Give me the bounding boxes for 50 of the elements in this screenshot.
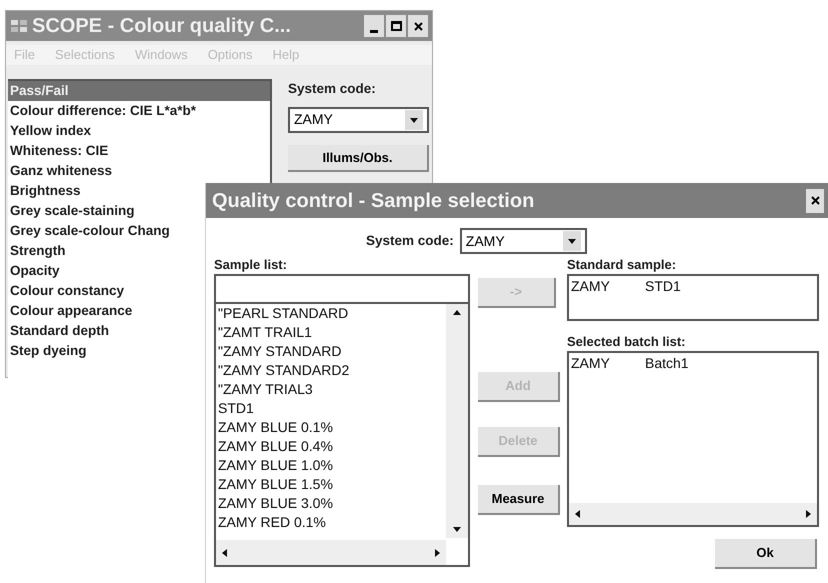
dropdown-arrow-icon[interactable]	[566, 236, 577, 246]
scroll-right-arrow-icon[interactable]	[803, 509, 813, 519]
standard-sample-label: Standard sample:	[567, 256, 678, 274]
test-list-item[interactable]: Colour difference: CIE L*a*b*	[8, 100, 270, 120]
sample-list-item[interactable]: ZAMY BLUE 0.1%	[218, 418, 446, 437]
system-code-label: System code:	[288, 80, 377, 98]
sample-search-field[interactable]	[214, 274, 470, 304]
sample-code: ZAMY	[571, 277, 611, 296]
sample-list-label: Sample list:	[214, 256, 288, 274]
scroll-down-arrow-icon[interactable]	[452, 524, 462, 534]
close-button[interactable]	[806, 188, 824, 212]
sample-list-item[interactable]: "ZAMY STANDARD	[218, 342, 446, 361]
system-code-dropdown[interactable]: ZAMY	[288, 106, 429, 133]
app-icon	[10, 18, 28, 34]
vertical-scrollbar[interactable]	[446, 304, 468, 538]
sample-list-item[interactable]: "ZAMY STANDARD2	[218, 361, 446, 380]
sample-list-item[interactable]: "ZAMY TRIAL3	[218, 380, 446, 399]
sample-list-item[interactable]: ZAMY BLUE 1.5%	[218, 475, 446, 494]
horizontal-scrollbar[interactable]	[216, 540, 446, 565]
scroll-up-arrow-icon[interactable]	[452, 308, 462, 318]
close-button[interactable]	[408, 15, 428, 37]
scroll-left-arrow-icon[interactable]	[573, 509, 583, 519]
sample-list-item[interactable]: ZAMY BLUE 3.0%	[218, 494, 446, 513]
test-list-item[interactable]: Ganz whiteness	[8, 160, 270, 180]
sample-list-item[interactable]: ZAMY BLUE 0.4%	[218, 437, 446, 456]
batch-list-label: Selected batch list:	[567, 333, 686, 351]
ok-button[interactable]: Ok	[715, 539, 817, 569]
test-list-item[interactable]: Pass/Fail	[8, 80, 270, 100]
sample-list-item[interactable]: STD1	[218, 399, 446, 418]
sample-list-item[interactable]: ZAMY RED 0.1%	[218, 513, 446, 532]
system-code-label: System code:	[366, 232, 454, 250]
close-icon	[810, 196, 820, 205]
minimize-button[interactable]	[364, 15, 384, 37]
sample-list-item[interactable]: "PEARL STANDARD	[218, 304, 446, 323]
dialog-button[interactable]: Measure	[478, 485, 560, 515]
sample-list-item[interactable]: ZAMY BLUE 1.0%	[218, 456, 446, 475]
test-list-item[interactable]: Yellow index	[8, 120, 270, 140]
illums-obs-button[interactable]: Illums/Obs.	[288, 144, 429, 172]
system-code-dropdown[interactable]: ZAMY	[460, 228, 587, 254]
sample-list-item[interactable]: "ZAMT TRAIL1	[218, 323, 446, 342]
sample-name: STD1	[645, 277, 681, 296]
scroll-right-arrow-icon[interactable]	[432, 548, 442, 558]
test-list-item[interactable]: Whiteness: CIE	[8, 140, 270, 160]
close-icon	[414, 22, 422, 30]
dialog-title: Quality control - Sample selection	[212, 188, 534, 214]
window-title: SCOPE - Colour quality C...	[32, 14, 292, 39]
maximize-button[interactable]	[386, 15, 406, 37]
batch-list-item[interactable]: ZAMY Batch1	[571, 353, 815, 374]
horizontal-scrollbar[interactable]	[569, 503, 817, 525]
scroll-left-arrow-icon[interactable]	[220, 548, 230, 558]
